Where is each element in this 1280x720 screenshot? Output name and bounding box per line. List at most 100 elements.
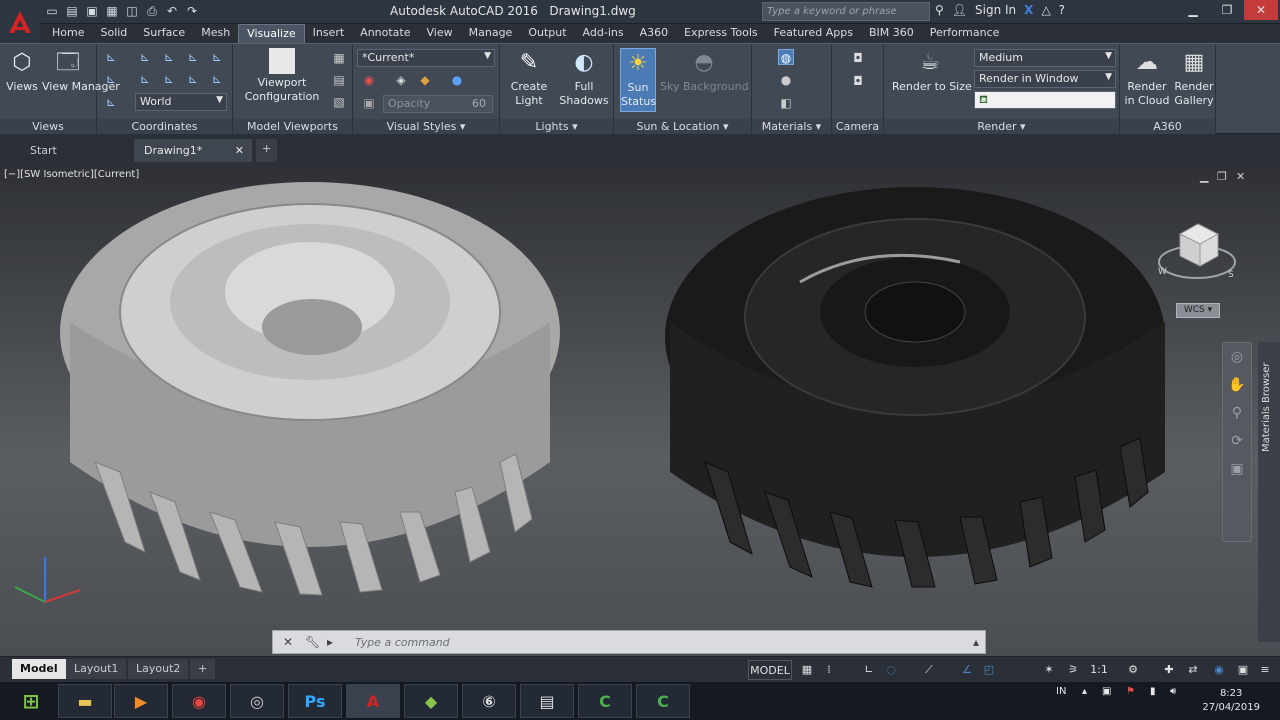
- plot-icon[interactable]: ⎙: [144, 3, 160, 19]
- sun-location-panel-title[interactable]: Sun & Location ▾: [614, 119, 751, 135]
- sun-status-button[interactable]: ☀ Sun Status: [620, 48, 656, 112]
- ucs-3point-icon[interactable]: ⊾: [209, 49, 225, 65]
- dyn-ucs-icon[interactable]: ◰: [980, 660, 998, 680]
- taskbar-capture[interactable]: ⑥: [462, 684, 516, 718]
- exchange-icon[interactable]: X: [1024, 3, 1033, 17]
- orbit-icon[interactable]: ⟳: [1223, 427, 1251, 455]
- network-icon[interactable]: ▮: [1150, 686, 1156, 697]
- tab-performance[interactable]: Performance: [922, 24, 1008, 43]
- ucs-combo[interactable]: World ▼: [135, 93, 227, 111]
- tab-model[interactable]: Model: [12, 659, 66, 679]
- redo-icon[interactable]: ↷: [184, 3, 200, 19]
- snap-icon[interactable]: ⁞: [820, 660, 838, 680]
- start-button[interactable]: ⊞: [4, 684, 58, 718]
- material-attach-icon[interactable]: ●: [778, 72, 794, 88]
- ucs-view-icon[interactable]: ⊾: [103, 71, 119, 87]
- add-layout-button[interactable]: +: [190, 659, 216, 679]
- a360-icon[interactable]: △: [1041, 3, 1050, 17]
- zoom-icon[interactable]: ⚲: [1223, 399, 1251, 427]
- tab-solid[interactable]: Solid: [92, 24, 135, 43]
- save-as-icon[interactable]: ▦: [104, 3, 120, 19]
- grid-icon[interactable]: ▦: [798, 660, 816, 680]
- maximize-button[interactable]: ❐: [1210, 0, 1244, 20]
- isolate-icon[interactable]: ⇄: [1184, 660, 1202, 680]
- render-panel-title[interactable]: Render ▾: [884, 119, 1119, 135]
- materials-panel-title[interactable]: Materials ▾: [752, 119, 831, 135]
- volume-icon[interactable]: 🔊︎: [1170, 686, 1176, 697]
- tab-home[interactable]: Home: [44, 24, 92, 43]
- ucs-world-icon[interactable]: ⊾: [137, 49, 153, 65]
- help-icon[interactable]: ?: [1059, 3, 1065, 17]
- tab-output[interactable]: Output: [520, 24, 574, 43]
- tab-drawing1[interactable]: Drawing1* ✕: [134, 139, 252, 162]
- taskbar-obs[interactable]: ◎: [230, 684, 284, 718]
- ucs-x-icon[interactable]: ⊾: [185, 71, 201, 87]
- material-mapping-icon[interactable]: ◧: [778, 95, 794, 111]
- restore-viewports-icon[interactable]: ▧: [331, 94, 347, 110]
- materials-browser-icon[interactable]: ◍: [778, 49, 794, 65]
- hardware-acceleration-icon[interactable]: ◉: [1210, 660, 1228, 680]
- environment-icon[interactable]: ●: [449, 72, 465, 88]
- tray-app-icon[interactable]: ▣: [1102, 686, 1111, 697]
- workspace-gear-icon[interactable]: ⚙: [1124, 660, 1142, 680]
- tab-start[interactable]: Start: [20, 139, 134, 162]
- full-shadows-button[interactable]: ◐ Full Shadows: [558, 48, 610, 108]
- undo-icon[interactable]: ↶: [164, 3, 180, 19]
- annotation-visibility-icon[interactable]: ✶: [1040, 660, 1058, 680]
- auto-scale-icon[interactable]: ⚞: [1064, 660, 1082, 680]
- lighting-icon[interactable]: ◆: [417, 72, 433, 88]
- viewport-close-icon[interactable]: ✕: [1236, 170, 1245, 183]
- taskbar-autocad[interactable]: A: [346, 684, 400, 718]
- view-manager-button[interactable]: 🗔︎ View Manager: [42, 48, 120, 94]
- save-icon[interactable]: ▣: [84, 3, 100, 19]
- ucs-face-icon[interactable]: ⊾: [161, 71, 177, 87]
- materials-browser-panel[interactable]: Materials Browser: [1258, 342, 1280, 642]
- render-environment-field[interactable]: ⛾: [974, 91, 1116, 109]
- camera-display-icon[interactable]: ◘: [850, 73, 866, 89]
- binoculars-icon[interactable]: ⚲: [935, 3, 944, 17]
- web-open-icon[interactable]: ◫: [124, 3, 140, 19]
- tab-bim-360[interactable]: BIM 360: [861, 24, 922, 43]
- opacity-slider[interactable]: Opacity 60: [383, 95, 493, 113]
- command-input[interactable]: Type a command: [355, 636, 450, 649]
- new-tab-button[interactable]: +: [256, 139, 278, 162]
- render-quality-combo[interactable]: Medium ▼: [974, 49, 1116, 67]
- light-gear[interactable]: [60, 182, 560, 596]
- showmotion-icon[interactable]: ▣: [1223, 455, 1251, 483]
- render-in-cloud-button[interactable]: ☁ Render in Cloud: [1122, 48, 1172, 108]
- render-gallery-button[interactable]: ▦ Render Gallery: [1172, 48, 1216, 108]
- tab-featured-apps[interactable]: Featured Apps: [766, 24, 861, 43]
- viewport-controls-label[interactable]: [−][SW Isometric][Current]: [4, 169, 139, 180]
- face-style-icon[interactable]: ◈: [393, 72, 409, 88]
- tab-annotate[interactable]: Annotate: [352, 24, 418, 43]
- create-camera-icon[interactable]: ◘: [850, 50, 866, 66]
- xray-icon[interactable]: ▣: [361, 95, 377, 111]
- tab-layout2[interactable]: Layout2: [128, 659, 189, 679]
- taskbar-explorer[interactable]: ▬: [58, 684, 112, 718]
- tab-view[interactable]: View: [419, 24, 461, 43]
- visual-style-combo[interactable]: *Current* ▼: [357, 49, 495, 67]
- visual-styles-panel-title[interactable]: Visual Styles ▾: [353, 119, 499, 135]
- taskbar-media-encoder[interactable]: ▤: [520, 684, 574, 718]
- render-in-combo[interactable]: Render in Window ▼: [974, 70, 1116, 88]
- taskbar-chrome[interactable]: ◉: [172, 684, 226, 718]
- taskbar-photoshop[interactable]: Ps: [288, 684, 342, 718]
- ortho-icon[interactable]: ∟: [860, 660, 878, 680]
- tab-layout1[interactable]: Layout1: [66, 659, 127, 679]
- wcs-menu[interactable]: WCS ▾: [1176, 303, 1220, 318]
- viewport-restore-icon[interactable]: ❐: [1217, 170, 1227, 183]
- dark-gear[interactable]: [665, 187, 1165, 588]
- sign-in-link[interactable]: Sign In: [975, 3, 1016, 17]
- tab-express-tools[interactable]: Express Tools: [676, 24, 766, 43]
- tab-manage[interactable]: Manage: [461, 24, 521, 43]
- tray-security-icon[interactable]: ⚑: [1126, 686, 1135, 697]
- annotation-monitor-icon[interactable]: ✚: [1160, 660, 1178, 680]
- command-history-icon[interactable]: ▴: [973, 635, 979, 649]
- view-cube[interactable]: [1158, 223, 1236, 279]
- named-viewports-icon[interactable]: ▦: [331, 50, 347, 66]
- tab-surface[interactable]: Surface: [135, 24, 193, 43]
- minimize-button[interactable]: ▁: [1176, 0, 1210, 20]
- ucs-zaxis-icon[interactable]: ⊾: [185, 49, 201, 65]
- edge-effects-icon[interactable]: ◉: [361, 72, 377, 88]
- pan-icon[interactable]: ✋: [1223, 371, 1251, 399]
